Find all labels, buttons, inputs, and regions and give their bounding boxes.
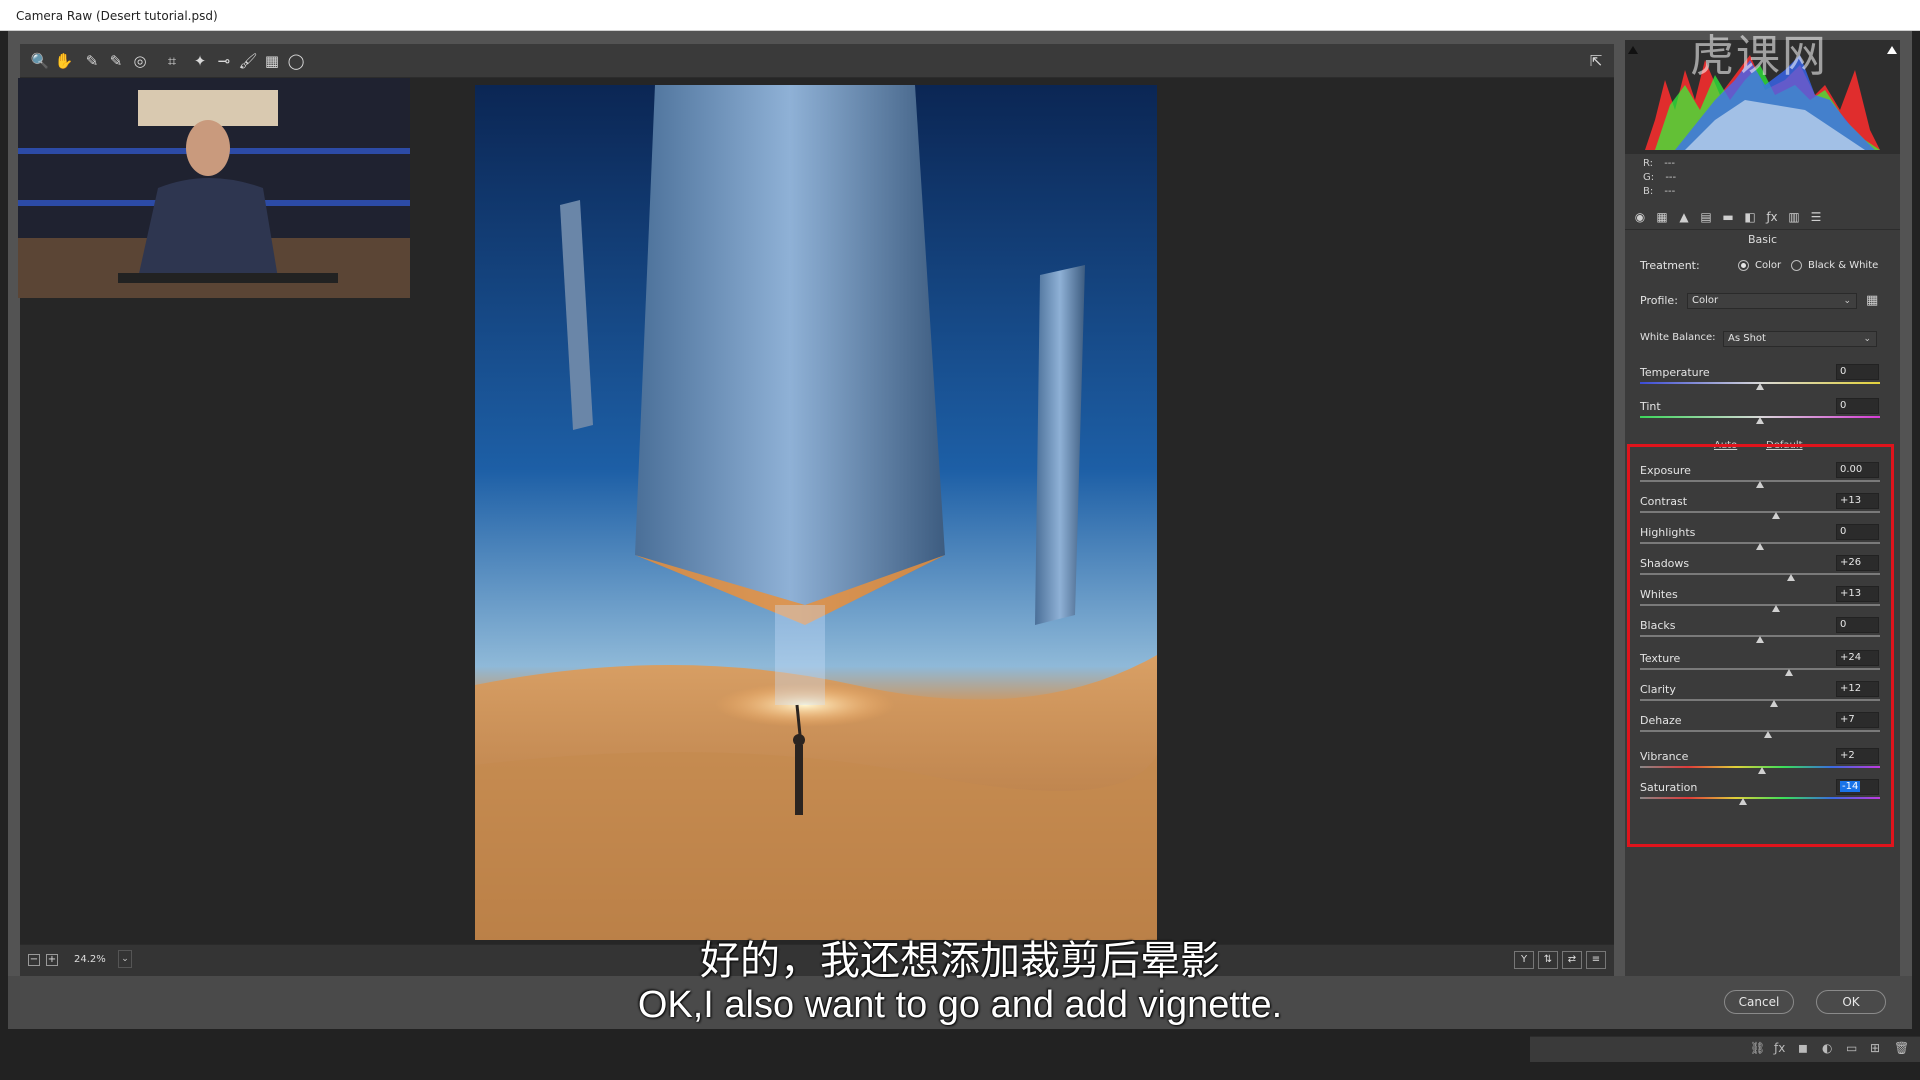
treatment-bw-radio[interactable]: [1791, 260, 1802, 271]
calibration-tab-icon[interactable]: ▥: [1785, 208, 1803, 226]
fullscreen-toggle-icon[interactable]: ⇱: [1584, 49, 1608, 73]
treatment-color-label: Color: [1755, 260, 1782, 271]
detail-tab-icon[interactable]: ▲: [1675, 208, 1693, 226]
ps-layer-tool-2-icon[interactable]: ◼: [1798, 1041, 1808, 1055]
g-value: ---: [1665, 172, 1677, 183]
ps-layer-tool-1-icon[interactable]: ƒx: [1774, 1041, 1785, 1055]
slider-thumb-temperature[interactable]: [1756, 383, 1764, 390]
chevron-down-icon: ⌄: [1863, 334, 1871, 344]
profile-value: Color: [1692, 295, 1719, 306]
hand-tool-icon[interactable]: ✋: [52, 49, 76, 73]
lens-tab-icon[interactable]: ◧: [1741, 208, 1759, 226]
ps-layer-tool-0-icon[interactable]: ⛓: [1750, 1041, 1765, 1055]
preview-image: [475, 85, 1157, 940]
profile-browser-icon[interactable]: ▦: [1866, 292, 1884, 310]
profile-dropdown[interactable]: Color ⌄: [1687, 293, 1857, 309]
b-label: B:: [1643, 186, 1654, 197]
zoom-level[interactable]: 24.2%: [74, 954, 106, 965]
ok-button[interactable]: OK: [1816, 990, 1886, 1014]
window-title: Camera Raw (Desert tutorial.psd): [16, 9, 218, 23]
targeted-adjustment-tool-icon[interactable]: ◎: [128, 49, 152, 73]
panel-title: Basic: [1747, 233, 1778, 246]
adjustment-brush-icon[interactable]: 🖌: [236, 49, 260, 73]
slider-value-temperature[interactable]: 0: [1836, 364, 1879, 380]
slider-label-tint: Tint: [1640, 400, 1661, 413]
red-eye-tool-icon[interactable]: ⊸: [212, 49, 236, 73]
white-balance-dropdown[interactable]: As Shot ⌄: [1723, 331, 1877, 347]
crop-tool-icon[interactable]: ⌗: [160, 49, 184, 73]
ps-layer-tool-5-icon[interactable]: ⊞: [1870, 1041, 1880, 1055]
r-value: ---: [1664, 158, 1676, 169]
basic-tab-icon[interactable]: ◉: [1631, 208, 1649, 226]
b-value: ---: [1664, 186, 1676, 197]
zoom-tool-icon[interactable]: 🔍: [28, 49, 52, 73]
white-balance-tool-icon[interactable]: ✎: [80, 49, 104, 73]
presets-tab-icon[interactable]: ☰: [1807, 208, 1825, 226]
white-balance-value: As Shot: [1728, 333, 1766, 344]
ps-layer-tool-3-icon[interactable]: ◐: [1822, 1041, 1832, 1055]
slider-thumb-tint[interactable]: [1756, 417, 1764, 424]
rgb-readout: R: --- G: --- B: ---: [1625, 154, 1900, 244]
camera-raw-window: Camera Raw (Desert tutorial.psd) 🔍 ✋ ✎ ✎ ◎ ⌗ ✦…: [0, 0, 1920, 1080]
preview-bottom-bar: − + 24.2% ⌄ Y ⇅ ⇄ ≡: [20, 944, 1614, 976]
slider-value-tint[interactable]: 0: [1836, 398, 1879, 414]
ps-layer-tool-4-icon[interactable]: ▭: [1846, 1041, 1857, 1055]
view-toggle-2-icon[interactable]: ⇄: [1562, 951, 1582, 969]
panel-tabs: ◉ ▦ ▲ ▤ ▬ ◧ ƒx ▥ ☰: [1625, 204, 1900, 230]
zoom-in-button[interactable]: +: [46, 954, 58, 966]
spot-removal-tool-icon[interactable]: ✦: [188, 49, 212, 73]
radial-filter-icon[interactable]: ◯: [284, 49, 308, 73]
view-toggles: Y ⇅ ⇄ ≡: [1514, 951, 1610, 971]
chevron-down-icon: ⌄: [1843, 296, 1851, 306]
tool-bar: 🔍 ✋ ✎ ✎ ◎ ⌗ ✦ ⊸ 🖌 ▦ ◯ ⇱: [20, 44, 1614, 78]
view-toggle-0-icon[interactable]: Y: [1514, 951, 1534, 969]
color-sampler-tool-icon[interactable]: ✎: [104, 49, 128, 73]
zoom-dropdown-icon[interactable]: ⌄: [118, 950, 132, 968]
treatment-label: Treatment:: [1640, 259, 1700, 272]
split-toning-tab-icon[interactable]: ▬: [1719, 208, 1737, 226]
treatment-bw-label: Black & White: [1808, 260, 1879, 271]
slider-label-temperature: Temperature: [1640, 366, 1710, 379]
g-label: G:: [1643, 172, 1655, 183]
white-balance-label: White Balance:: [1640, 332, 1716, 343]
view-toggle-3-icon[interactable]: ≡: [1586, 951, 1606, 969]
photoshop-layers-strip: ⛓ ƒx ◼ ◐ ▭ ⊞ 🗑: [1530, 1036, 1920, 1062]
highlight-annotation-box: [1627, 444, 1894, 847]
watermark-logo: 虎课网: [1690, 31, 1828, 82]
r-label: R:: [1643, 158, 1654, 169]
view-toggle-1-icon[interactable]: ⇅: [1538, 951, 1558, 969]
graduated-filter-icon[interactable]: ▦: [260, 49, 284, 73]
cancel-button[interactable]: Cancel: [1724, 990, 1794, 1014]
title-bar: Camera Raw (Desert tutorial.psd): [0, 0, 1920, 31]
dialog-footer: Cancel OK: [8, 976, 1912, 1029]
ps-layer-tool-6-icon[interactable]: 🗑: [1894, 1041, 1909, 1055]
zoom-out-button[interactable]: −: [28, 954, 40, 966]
tone-curve-tab-icon[interactable]: ▦: [1653, 208, 1671, 226]
profile-label: Profile:: [1640, 294, 1678, 307]
webcam-overlay: [18, 78, 410, 298]
treatment-color-radio[interactable]: [1738, 260, 1749, 271]
effects-tab-icon[interactable]: ƒx: [1763, 208, 1781, 226]
hsl-tab-icon[interactable]: ▤: [1697, 208, 1715, 226]
